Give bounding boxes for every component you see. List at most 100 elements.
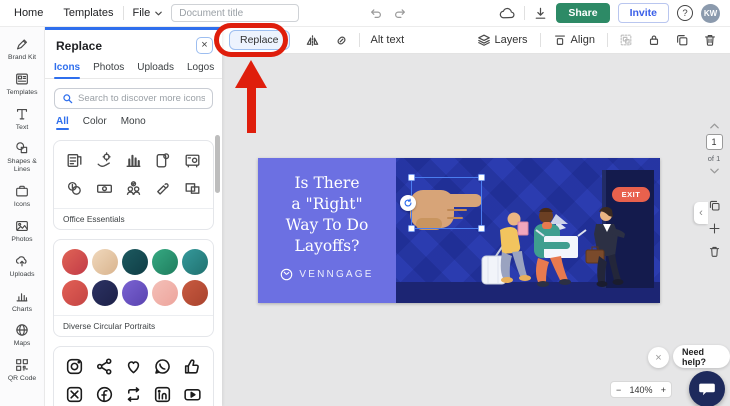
add-page-button[interactable]	[708, 222, 721, 235]
icon-thumbs-up[interactable]	[180, 356, 205, 377]
icon-x-twitter[interactable]	[62, 384, 87, 405]
sidebar-item-shapes-lines[interactable]: Shapes & Lines	[0, 140, 45, 174]
sidebar-item-charts[interactable]: Charts	[0, 288, 45, 314]
zoom-out-button[interactable]: −	[616, 385, 621, 395]
duplicate-button[interactable]	[668, 33, 696, 47]
filter-mono[interactable]: Mono	[121, 116, 146, 130]
portrait-6[interactable]	[62, 280, 88, 306]
icon-linkedin[interactable]	[150, 384, 175, 405]
page-down-button[interactable]	[709, 167, 720, 175]
undo-icon[interactable]	[369, 6, 383, 20]
page-total: of 1	[707, 154, 721, 163]
delete-page-button[interactable]	[708, 245, 721, 258]
portrait-2[interactable]	[92, 249, 118, 275]
filter-all[interactable]: All	[56, 116, 69, 130]
redo-icon[interactable]	[393, 6, 407, 20]
tab-logos[interactable]: Logos	[187, 59, 214, 78]
resize-handle-bottom-right[interactable]	[478, 225, 485, 232]
icon-document-gear[interactable]	[150, 150, 175, 171]
portrait-3[interactable]	[122, 249, 148, 275]
sidebar-item-maps[interactable]: Maps	[0, 322, 45, 348]
design-canvas-page[interactable]: Is There a "Right" Way To Do Layoffs? VE…	[258, 158, 660, 303]
zoom-level[interactable]: 140%	[629, 385, 652, 395]
link-button[interactable]	[327, 33, 356, 48]
align-button[interactable]: Align	[545, 33, 603, 47]
annotation-arrow	[235, 60, 267, 88]
layers-button[interactable]: Layers	[469, 33, 536, 47]
sidebar-item-text[interactable]: Text	[0, 106, 45, 132]
replace-panel: Replace × Icons Photos Uploads Logos All…	[45, 27, 222, 406]
portrait-4[interactable]	[152, 249, 178, 275]
icon-hand-gear[interactable]	[91, 150, 116, 171]
delete-button[interactable]	[696, 33, 724, 47]
icon-repost[interactable]	[121, 384, 146, 405]
resize-handle-top-left[interactable]	[408, 174, 415, 181]
sidebar-label: Uploads	[9, 270, 35, 278]
banner-title-block[interactable]: Is There a "Right" Way To Do Layoffs? VE…	[258, 158, 396, 303]
lock-button[interactable]	[640, 33, 668, 47]
icon-whatsapp[interactable]	[150, 356, 175, 377]
help-dismiss-button[interactable]: ×	[648, 347, 669, 368]
invite-button[interactable]: Invite	[617, 3, 669, 23]
help-button[interactable]: ?	[677, 5, 693, 21]
flip-button[interactable]	[298, 33, 327, 48]
replace-button[interactable]: Replace	[229, 30, 290, 50]
icon-stamp[interactable]	[150, 178, 175, 199]
sidebar-item-brand-kit[interactable]: Brand Kit	[0, 36, 45, 62]
resize-handle-bottom-left[interactable]	[408, 225, 415, 232]
icon-overlap-frames[interactable]	[180, 178, 205, 199]
file-menu[interactable]: File	[124, 7, 171, 19]
icon-share[interactable]	[91, 356, 116, 377]
cloud-sync-icon[interactable]	[499, 6, 516, 20]
templates-link[interactable]: Templates	[53, 7, 123, 19]
portrait-7[interactable]	[92, 280, 118, 306]
panel-scrollbar[interactable]	[215, 135, 220, 193]
share-button[interactable]: Share	[556, 3, 610, 23]
rotate-handle[interactable]	[400, 195, 416, 211]
sidebar-item-photos[interactable]: Photos	[0, 218, 45, 244]
file-menu-label: File	[132, 7, 151, 19]
portrait-1[interactable]	[62, 249, 88, 275]
tab-uploads[interactable]: Uploads	[137, 59, 174, 78]
icon-search[interactable]	[54, 88, 213, 109]
icon-heart[interactable]	[121, 356, 146, 377]
tab-photos[interactable]: Photos	[93, 59, 124, 78]
sidebar-item-templates[interactable]: Templates	[0, 71, 45, 97]
zoom-in-button[interactable]: +	[661, 385, 666, 395]
sidebar-item-uploads[interactable]: Uploads	[0, 253, 45, 279]
resize-handle-top-right[interactable]	[478, 174, 485, 181]
tab-icons[interactable]: Icons	[54, 59, 81, 79]
home-link[interactable]: Home	[4, 7, 53, 19]
icon-facebook[interactable]	[91, 384, 116, 405]
icon-banknote[interactable]	[91, 178, 116, 199]
page-up-button[interactable]	[709, 122, 720, 130]
exit-sign[interactable]: EXIT	[612, 187, 650, 202]
panel-close-button[interactable]: ×	[196, 37, 213, 54]
icon-instagram[interactable]	[62, 356, 87, 377]
duplicate-page-button[interactable]	[708, 199, 721, 212]
sidebar-label: Shapes & Lines	[7, 158, 37, 174]
icon-calculator[interactable]	[62, 150, 87, 171]
page-number[interactable]: 1	[705, 134, 723, 150]
portrait-8[interactable]	[122, 280, 148, 306]
sidebar-item-qr-code[interactable]: QR Code	[0, 357, 45, 383]
icon-safe[interactable]	[180, 150, 205, 171]
icon-bar-graph[interactable]	[121, 150, 146, 171]
sidebar-item-icons[interactable]: Icons	[0, 183, 45, 209]
download-icon[interactable]	[533, 6, 548, 21]
chat-widget-button[interactable]	[689, 371, 725, 406]
group-icon	[620, 34, 632, 46]
portrait-9[interactable]	[152, 280, 178, 306]
collapse-panel-handle[interactable]: ‹	[694, 202, 708, 224]
search-input[interactable]	[78, 93, 205, 104]
document-title-input[interactable]	[171, 4, 300, 22]
icon-youtube[interactable]	[180, 384, 205, 405]
need-help-bubble[interactable]: Need help?	[673, 345, 730, 368]
icon-team-check[interactable]	[121, 178, 146, 199]
portrait-10[interactable]	[182, 280, 208, 306]
portrait-5[interactable]	[182, 249, 208, 275]
filter-color[interactable]: Color	[83, 116, 107, 130]
alt-text-button[interactable]: Alt text	[363, 34, 413, 46]
icon-coins[interactable]	[62, 178, 87, 199]
avatar[interactable]: KW	[701, 3, 720, 23]
